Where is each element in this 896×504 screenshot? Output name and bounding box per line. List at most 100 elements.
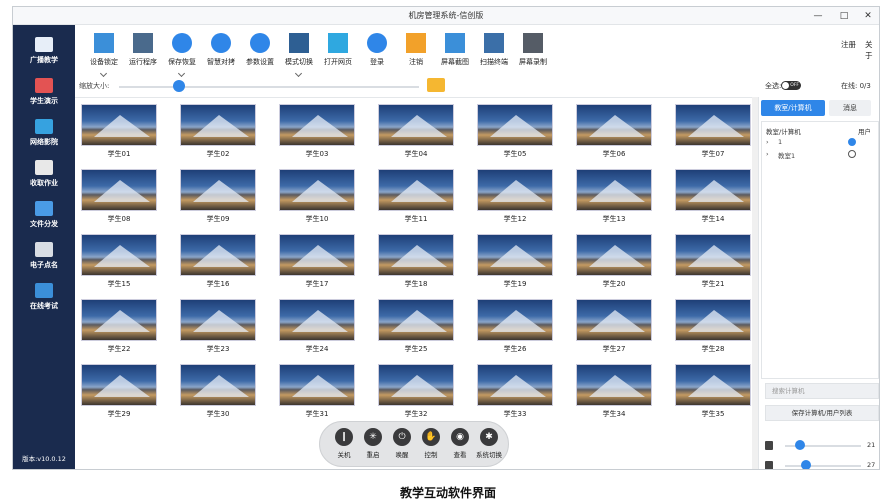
student-screen-thumbnail[interactable] xyxy=(675,299,751,341)
student-tile[interactable]: 学生15 xyxy=(81,234,157,292)
student-screen-thumbnail[interactable] xyxy=(675,234,751,276)
student-tile[interactable]: 学生07 xyxy=(675,104,751,162)
toolbar-button[interactable]: 模式切换 xyxy=(278,33,320,78)
student-screen-thumbnail[interactable] xyxy=(477,364,553,406)
student-tile[interactable]: 学生05 xyxy=(477,104,553,162)
sidebar-item[interactable]: 广播教学 xyxy=(13,37,75,65)
speaker-volume-thumb[interactable] xyxy=(795,440,805,450)
student-screen-thumbnail[interactable] xyxy=(378,104,454,146)
toolbar-button[interactable]: 保存恢复 xyxy=(161,33,203,78)
student-screen-thumbnail[interactable] xyxy=(81,104,157,146)
tree-row[interactable]: › 1 xyxy=(766,138,876,150)
folder-icon[interactable] xyxy=(427,78,445,92)
computer-search-input[interactable]: 搜索计算机 xyxy=(765,383,879,399)
dock-button[interactable]: ⏻ 唤醒 xyxy=(386,428,418,459)
about-link[interactable]: 关于 xyxy=(865,39,879,61)
zoom-slider-track[interactable] xyxy=(119,86,419,88)
student-screen-thumbnail[interactable] xyxy=(378,299,454,341)
student-screen-thumbnail[interactable] xyxy=(81,169,157,211)
student-screen-thumbnail[interactable] xyxy=(675,104,751,146)
toolbar-button[interactable]: 扫描终端 xyxy=(473,33,515,67)
student-screen-thumbnail[interactable] xyxy=(180,104,256,146)
student-tile[interactable]: 学生18 xyxy=(378,234,454,292)
student-tile[interactable]: 学生29 xyxy=(81,364,157,422)
student-tile[interactable]: 学生03 xyxy=(279,104,355,162)
student-tile[interactable]: 学生23 xyxy=(180,299,256,357)
student-screen-thumbnail[interactable] xyxy=(279,364,355,406)
student-screen-thumbnail[interactable] xyxy=(279,299,355,341)
student-tile[interactable]: 学生14 xyxy=(675,169,751,227)
student-tile[interactable]: 学生22 xyxy=(81,299,157,357)
student-tile[interactable]: 学生20 xyxy=(576,234,652,292)
chevron-right-icon[interactable]: › xyxy=(766,150,769,158)
dock-button[interactable]: ◉ 查看 xyxy=(444,428,476,459)
close-button[interactable]: ✕ xyxy=(859,9,877,23)
dock-button[interactable]: ✳ 重启 xyxy=(357,428,389,459)
student-tile[interactable]: 学生16 xyxy=(180,234,256,292)
student-tile[interactable]: 学生26 xyxy=(477,299,553,357)
save-list-button[interactable]: 保存计算机/用户列表 xyxy=(765,405,879,421)
radio-circle-icon[interactable] xyxy=(848,150,856,158)
student-screen-thumbnail[interactable] xyxy=(576,169,652,211)
student-screen-thumbnail[interactable] xyxy=(576,364,652,406)
student-tile[interactable]: 学生04 xyxy=(378,104,454,162)
dock-button[interactable]: ✋ 控制 xyxy=(415,428,447,459)
student-screen-thumbnail[interactable] xyxy=(576,104,652,146)
student-screen-thumbnail[interactable] xyxy=(675,364,751,406)
student-screen-thumbnail[interactable] xyxy=(180,299,256,341)
student-screen-thumbnail[interactable] xyxy=(378,169,454,211)
sidebar-item[interactable]: 学生演示 xyxy=(13,78,75,106)
student-tile[interactable]: 学生09 xyxy=(180,169,256,227)
chevron-down-icon[interactable] xyxy=(294,69,303,78)
student-tile[interactable]: 学生11 xyxy=(378,169,454,227)
student-screen-thumbnail[interactable] xyxy=(477,104,553,146)
student-screen-thumbnail[interactable] xyxy=(279,234,355,276)
mic-volume-thumb[interactable] xyxy=(801,460,811,469)
student-tile[interactable]: 学生10 xyxy=(279,169,355,227)
sidebar-item[interactable]: 文件分发 xyxy=(13,201,75,229)
toolbar-button[interactable]: 打开网页 xyxy=(317,33,359,67)
mic-volume-slider[interactable] xyxy=(785,465,861,467)
toolbar-button[interactable]: 智慧对拷 xyxy=(200,33,242,67)
student-screen-thumbnail[interactable] xyxy=(675,169,751,211)
toolbar-button[interactable]: 设备锁定 xyxy=(83,33,125,78)
student-tile[interactable]: 学生12 xyxy=(477,169,553,227)
student-tile[interactable]: 学生34 xyxy=(576,364,652,422)
student-screen-thumbnail[interactable] xyxy=(477,169,553,211)
toolbar-button[interactable]: 登录 xyxy=(356,33,398,67)
student-screen-thumbnail[interactable] xyxy=(81,364,157,406)
toolbar-button[interactable]: 参数设置 xyxy=(239,33,281,67)
student-tile[interactable]: 学生17 xyxy=(279,234,355,292)
chevron-down-icon[interactable] xyxy=(99,69,108,78)
maximize-button[interactable]: □ xyxy=(835,9,853,23)
tree-row[interactable]: › 教室1 xyxy=(766,150,876,162)
toolbar-button[interactable]: 运行程序 xyxy=(122,33,164,67)
student-tile[interactable]: 学生33 xyxy=(477,364,553,422)
student-tile[interactable]: 学生19 xyxy=(477,234,553,292)
student-screen-thumbnail[interactable] xyxy=(180,364,256,406)
tab-messages[interactable]: 消息 xyxy=(829,100,871,116)
student-screen-thumbnail[interactable] xyxy=(576,234,652,276)
student-tile[interactable]: 学生28 xyxy=(675,299,751,357)
check-circle-icon[interactable] xyxy=(848,138,856,146)
sidebar-item[interactable]: 在线考试 xyxy=(13,283,75,311)
student-screen-thumbnail[interactable] xyxy=(477,234,553,276)
register-link[interactable]: 注册 xyxy=(841,39,856,50)
student-screen-thumbnail[interactable] xyxy=(81,234,157,276)
sidebar-item[interactable]: 收取作业 xyxy=(13,160,75,188)
toolbar-button[interactable]: 屏幕录制 xyxy=(512,33,554,67)
student-tile[interactable]: 学生30 xyxy=(180,364,256,422)
minimize-button[interactable]: — xyxy=(809,9,827,23)
student-tile[interactable]: 学生32 xyxy=(378,364,454,422)
student-screen-thumbnail[interactable] xyxy=(279,169,355,211)
student-tile[interactable]: 学生01 xyxy=(81,104,157,162)
sidebar-item[interactable]: 网络影院 xyxy=(13,119,75,147)
zoom-slider-thumb[interactable] xyxy=(173,80,185,92)
student-tile[interactable]: 学生24 xyxy=(279,299,355,357)
dock-button[interactable]: ✱ 系统切换 xyxy=(473,428,505,459)
student-tile[interactable]: 学生25 xyxy=(378,299,454,357)
student-tile[interactable]: 学生13 xyxy=(576,169,652,227)
dock-button[interactable]: ❙ 关机 xyxy=(328,428,360,459)
select-all-toggle[interactable]: OFF xyxy=(781,81,801,90)
student-screen-thumbnail[interactable] xyxy=(81,299,157,341)
